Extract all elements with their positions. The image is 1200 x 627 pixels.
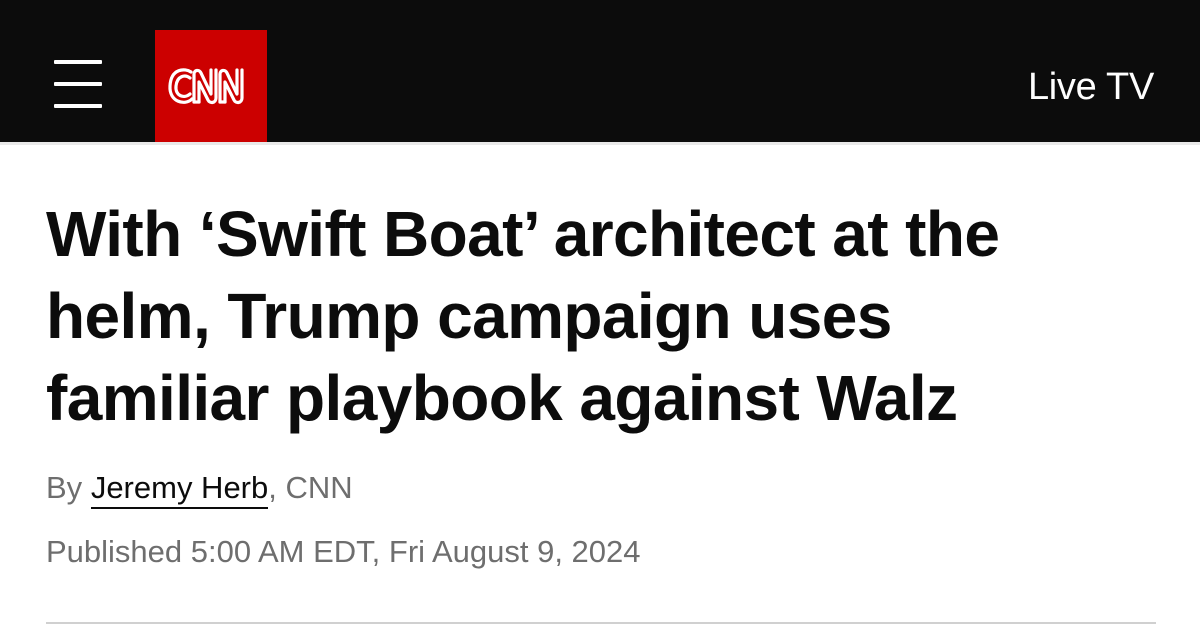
cnn-logo-mark	[168, 68, 244, 105]
hamburger-menu-icon[interactable]	[52, 60, 104, 110]
menu-bar-top	[54, 60, 102, 64]
divider	[46, 622, 1156, 624]
menu-bar-middle	[54, 82, 102, 86]
published-timestamp: Published 5:00 AM EDT, Fri August 9, 202…	[46, 534, 641, 569]
article-page: Live TV With ‘Swift Boat’ architect at t…	[0, 0, 1200, 627]
author-link[interactable]: Jeremy Herb	[90, 470, 269, 509]
byline: By Jeremy Herb, CNN	[46, 470, 353, 509]
cnn-logo[interactable]	[155, 30, 267, 142]
byline-prefix: By	[46, 470, 83, 505]
article-headline: With ‘Swift Boat’ architect at the helm,…	[46, 193, 1166, 439]
headline-line: With ‘Swift Boat’ architect at the	[46, 198, 1000, 270]
headline-line: helm, Trump campaign uses	[46, 280, 892, 352]
headline-line: familiar playbook against Walz	[46, 362, 958, 434]
menu-bar-bottom	[54, 104, 102, 108]
site-header: Live TV	[0, 0, 1200, 145]
byline-source: , CNN	[268, 470, 353, 505]
live-tv-link[interactable]: Live TV	[1028, 66, 1154, 109]
